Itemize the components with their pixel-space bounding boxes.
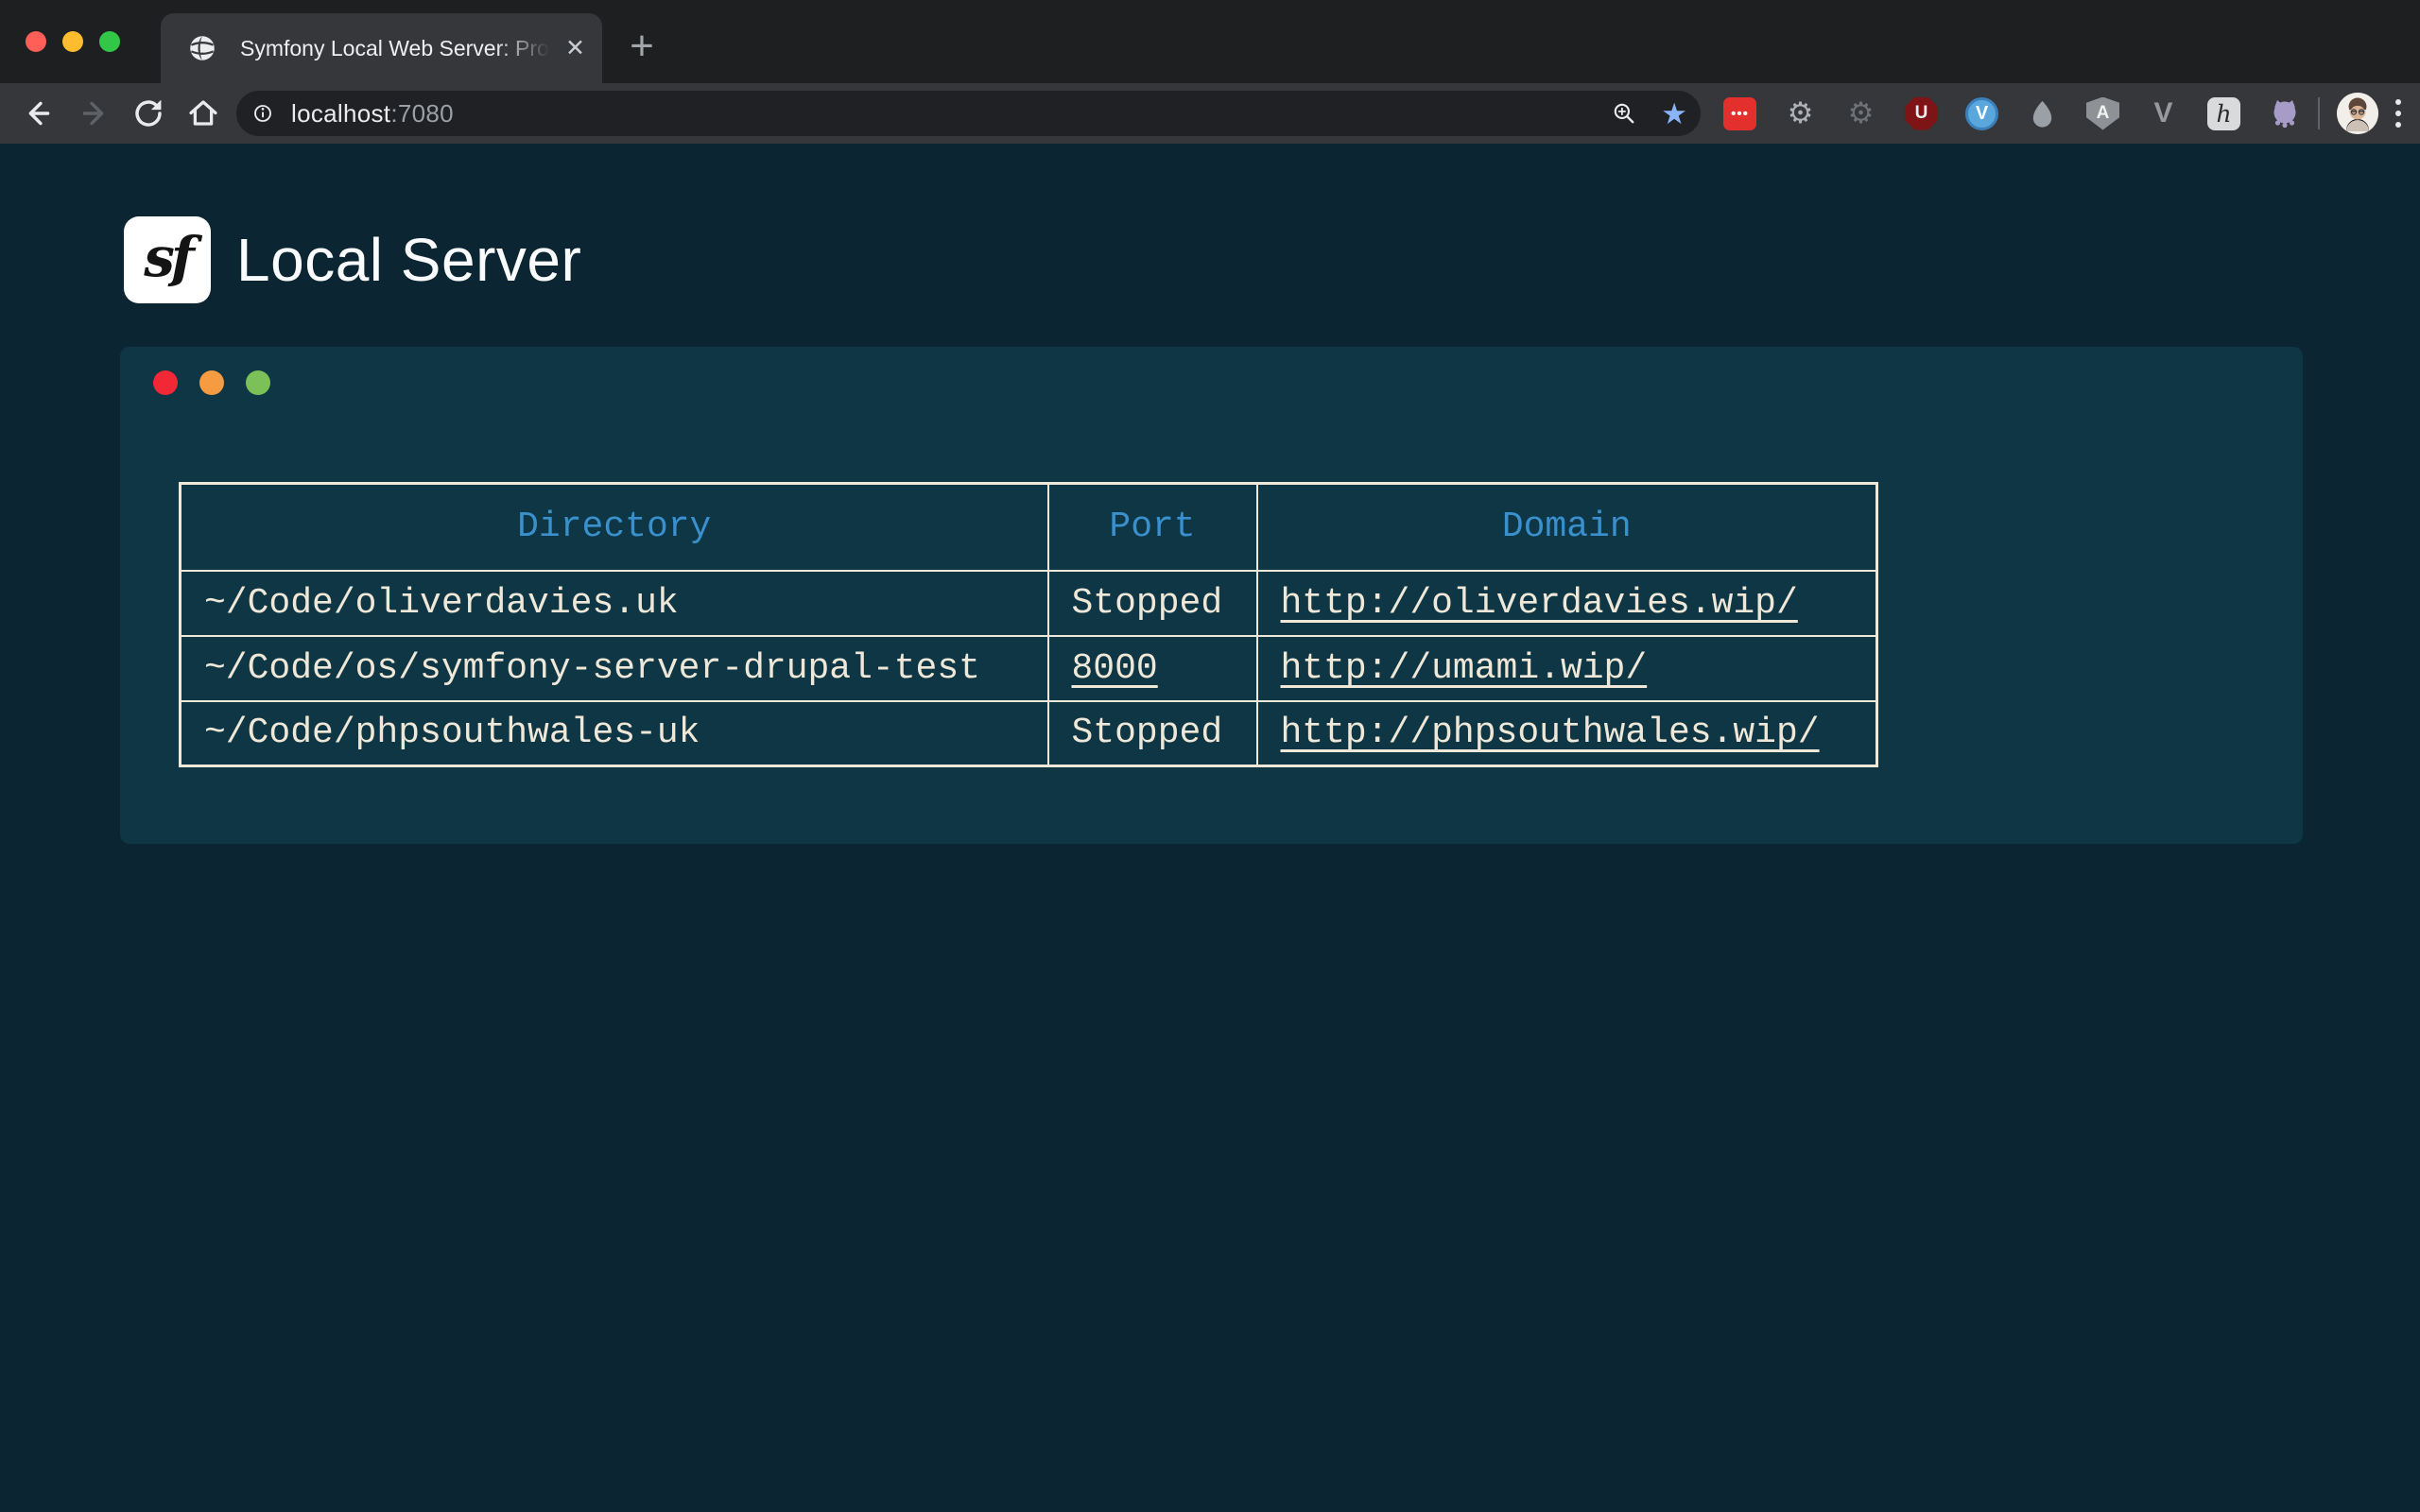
github-octocat-extension-icon[interactable] bbox=[2268, 97, 2301, 130]
column-header-port: Port bbox=[1048, 484, 1257, 571]
window-zoom-button[interactable] bbox=[99, 31, 120, 52]
bookmark-star-icon[interactable]: ★ bbox=[1661, 99, 1687, 129]
panel-dot-orange-icon bbox=[199, 370, 224, 395]
extension-bar: ••• ⚙ ⚙ U V A V h bbox=[1723, 97, 2301, 130]
ublock-origin-extension-icon[interactable]: U bbox=[1905, 97, 1938, 130]
column-header-domain: Domain bbox=[1257, 484, 1877, 571]
panel-dot-green-icon bbox=[246, 370, 270, 395]
home-icon bbox=[182, 92, 225, 135]
tab-strip: Symfony Local Web Server: Prox ✕ + bbox=[0, 0, 2420, 83]
gear-dim-extension-icon[interactable]: ⚙ bbox=[1844, 97, 1877, 130]
shield-a-extension-icon[interactable]: A bbox=[2086, 97, 2119, 130]
menu-dot bbox=[2395, 99, 2401, 105]
back-button[interactable] bbox=[11, 86, 66, 141]
browser-toolbar: localhost:7080 ★ ••• ⚙ ⚙ U V A V h bbox=[0, 83, 2420, 144]
gear-extension-icon[interactable]: ⚙ bbox=[1784, 97, 1817, 130]
table-row: ~/Code/os/symfony-server-drupal-test 800… bbox=[181, 636, 1877, 701]
toolbar-separator bbox=[2318, 97, 2320, 129]
domain-link[interactable]: http://phpsouthwales.wip/ bbox=[1281, 713, 1820, 753]
page-content: sf Local Server Directory Port Domain bbox=[0, 144, 2420, 1512]
table-row: ~/Code/phpsouthwales-uk Stopped http://p… bbox=[181, 701, 1877, 766]
reload-icon bbox=[127, 92, 170, 135]
port-status: Stopped bbox=[1048, 701, 1257, 766]
tab-close-icon[interactable]: ✕ bbox=[565, 34, 585, 62]
table-header-row: Directory Port Domain bbox=[181, 484, 1877, 571]
domain-link[interactable]: http://oliverdavies.wip/ bbox=[1281, 583, 1798, 624]
page-title: Local Server bbox=[236, 225, 581, 295]
url-port: :7080 bbox=[390, 99, 454, 128]
url-host: localhost bbox=[291, 99, 390, 128]
browser-window: Symfony Local Web Server: Prox ✕ + bbox=[0, 0, 2420, 1512]
site-info-icon[interactable] bbox=[248, 98, 278, 129]
panel-dot-red-icon bbox=[153, 370, 178, 395]
port-status: Stopped bbox=[1048, 571, 1257, 636]
brand-header: sf Local Server bbox=[124, 216, 581, 303]
servers-table: Directory Port Domain ~/Code/oliverdavie… bbox=[179, 482, 1878, 767]
table-row: ~/Code/oliverdavies.uk Stopped http://ol… bbox=[181, 571, 1877, 636]
forward-button[interactable] bbox=[66, 86, 121, 141]
menu-dot bbox=[2395, 111, 2401, 116]
domain-link[interactable]: http://umami.wip/ bbox=[1281, 648, 1648, 689]
profile-avatar[interactable] bbox=[2337, 93, 2378, 134]
avatar-illustration bbox=[2337, 93, 2378, 134]
symfony-logo-glyph: sf bbox=[144, 225, 191, 295]
symfony-logo: sf bbox=[124, 216, 211, 303]
forward-arrow-icon bbox=[72, 92, 115, 135]
url-text: localhost:7080 bbox=[291, 99, 454, 129]
server-panel: Directory Port Domain ~/Code/oliverdavie… bbox=[120, 347, 2303, 844]
password-manager-extension-icon[interactable]: ••• bbox=[1723, 97, 1756, 130]
new-tab-button[interactable]: + bbox=[616, 23, 667, 74]
back-arrow-icon bbox=[17, 92, 60, 135]
globe-favicon-icon bbox=[185, 31, 219, 65]
vimium-extension-icon[interactable]: V bbox=[1965, 97, 1998, 130]
port-link[interactable]: 8000 bbox=[1072, 648, 1158, 689]
home-button[interactable] bbox=[176, 86, 231, 141]
directory-cell: ~/Code/os/symfony-server-drupal-test bbox=[181, 636, 1048, 701]
directory-cell: ~/Code/phpsouthwales-uk bbox=[181, 701, 1048, 766]
zoom-level-icon[interactable] bbox=[1608, 97, 1640, 129]
hypothesis-extension-icon[interactable]: h bbox=[2207, 97, 2240, 130]
directory-cell: ~/Code/oliverdavies.uk bbox=[181, 571, 1048, 636]
menu-dot bbox=[2395, 122, 2401, 128]
window-minimize-button[interactable] bbox=[62, 31, 83, 52]
drupal-extension-icon[interactable] bbox=[2026, 97, 2059, 130]
column-header-directory: Directory bbox=[181, 484, 1048, 571]
chrome-menu-button[interactable] bbox=[2395, 99, 2401, 128]
address-bar[interactable]: localhost:7080 ★ bbox=[236, 91, 1701, 136]
browser-tab[interactable]: Symfony Local Web Server: Prox ✕ bbox=[161, 13, 602, 83]
vue-devtools-extension-icon[interactable]: V bbox=[2147, 97, 2180, 130]
panel-traffic-dots bbox=[153, 370, 270, 395]
tab-title: Symfony Local Web Server: Prox bbox=[240, 36, 560, 61]
reload-button[interactable] bbox=[121, 86, 176, 141]
window-close-button[interactable] bbox=[26, 31, 46, 52]
window-controls bbox=[26, 31, 120, 52]
